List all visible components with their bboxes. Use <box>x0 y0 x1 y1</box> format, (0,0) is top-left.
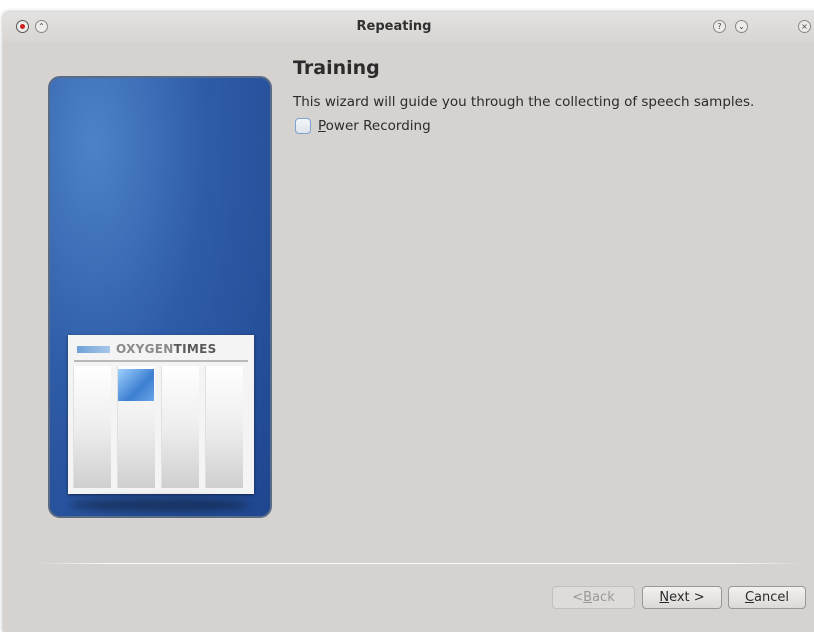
exit-button[interactable]: × <box>798 20 811 33</box>
help-icon: ? <box>717 21 722 31</box>
back-button[interactable]: < Back <box>552 586 635 609</box>
close-icon: × <box>801 21 808 31</box>
chevron-down-icon: ⌄ <box>738 21 745 31</box>
wizard-window: ⌃ Repeating ? ⌄ × OXYGENTIMES Training T… <box>3 12 814 632</box>
newspaper-title: OXYGENTIMES <box>116 342 217 356</box>
newspaper-title-bold: TIMES <box>173 342 217 356</box>
newspaper-photo <box>118 369 154 401</box>
back-label: ack <box>592 590 615 605</box>
next-label: ext > <box>669 590 705 605</box>
cancel-button[interactable]: Cancel <box>728 586 806 609</box>
minimize-button[interactable]: ⌄ <box>735 20 748 33</box>
help-button[interactable]: ? <box>713 20 726 33</box>
mnemonic-letter: P <box>318 118 326 134</box>
newspaper-title-light: OXYGEN <box>116 342 174 356</box>
mnemonic-letter: C <box>744 590 755 605</box>
back-prefix: < <box>572 590 584 605</box>
newspaper-column <box>161 366 199 488</box>
window-title: Repeating <box>356 19 432 34</box>
page-title: Training <box>293 57 380 79</box>
panel-shadow <box>70 498 250 512</box>
power-recording-option[interactable]: Power Recording <box>295 118 431 134</box>
newspaper-illustration: OXYGENTIMES <box>68 335 254 494</box>
power-recording-label[interactable]: Power Recording <box>318 118 431 134</box>
next-button[interactable]: Next > <box>642 586 722 609</box>
cancel-label: ancel <box>754 590 790 605</box>
newspaper-column <box>73 366 111 488</box>
mnemonic-letter: B <box>583 590 593 605</box>
wizard-side-image: OXYGENTIMES <box>48 76 272 518</box>
newspaper-rule <box>74 360 248 362</box>
newspaper-column <box>205 366 243 488</box>
newspaper-logo-icon <box>77 346 110 353</box>
mnemonic-letter: N <box>659 590 670 605</box>
label-text: ower Recording <box>325 118 431 134</box>
button-separator <box>33 563 806 564</box>
power-recording-checkbox[interactable] <box>295 118 311 134</box>
page-description: This wizard will guide you through the c… <box>293 94 755 110</box>
title-bar: ⌃ Repeating ? ⌄ × <box>3 12 814 42</box>
